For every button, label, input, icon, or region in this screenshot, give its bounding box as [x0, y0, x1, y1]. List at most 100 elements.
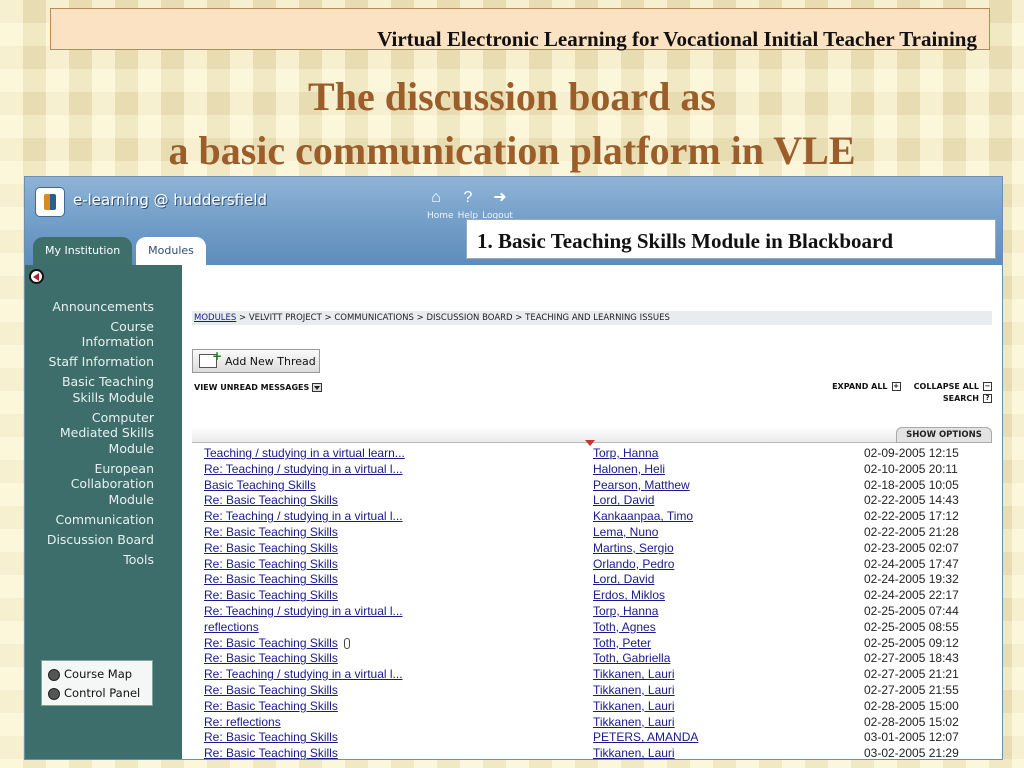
thread-row: Basic Teaching Skills Pearson, Matthew 02-…	[204, 478, 994, 494]
thread-author-link[interactable]: Halonen, Heli	[593, 462, 665, 478]
thread-author-link[interactable]: Lord, David	[593, 572, 654, 588]
slide-title-line-1: The discussion board as	[308, 74, 716, 119]
thread-date: 02-22-2005 14:43	[864, 493, 959, 508]
thread-author-link[interactable]: Lema, Nuno	[593, 525, 658, 541]
collapse-all-label[interactable]: COLLAPSE ALL	[914, 382, 979, 391]
control-panel-link[interactable]: Control Panel	[48, 684, 152, 703]
thread-subject-link[interactable]: Teaching / studying in a virtual learn..…	[204, 446, 405, 462]
help-icon[interactable]: ?	[459, 189, 477, 207]
thread-subject-link[interactable]: Re: Basic Teaching Skills	[204, 746, 338, 759]
thread-author-link[interactable]: Kankaanpaa, Timo	[593, 509, 693, 525]
control-panel-icon	[48, 687, 60, 700]
thread-subject-link[interactable]: Re: Basic Teaching Skills	[204, 588, 338, 604]
thread-date: 02-27-2005 18:43	[864, 651, 959, 666]
thread-author-link[interactable]: Pearson, Matthew	[593, 478, 690, 494]
add-new-thread-button[interactable]: Add New Thread	[192, 349, 320, 373]
thread-date: 02-22-2005 17:12	[864, 509, 959, 524]
sidebar-item-announcements[interactable]: Announcements	[36, 299, 154, 315]
thread-subject-link[interactable]: Re: Basic Teaching Skills	[204, 557, 338, 573]
sidebar-item-course-information[interactable]: Course Information	[36, 319, 154, 350]
thread-row: Re: Teaching / studying in a virtual l..…	[204, 604, 994, 620]
thread-author-link[interactable]: Tikkanen, Lauri	[593, 683, 675, 699]
thread-author-link[interactable]: Torp, Hanna	[593, 604, 658, 620]
home-icon[interactable]: ⌂	[427, 189, 445, 207]
slide-title: The discussion board as a basic communic…	[0, 70, 1024, 178]
course-map-link[interactable]: Course Map	[48, 665, 152, 684]
expand-icon[interactable]: +	[891, 382, 901, 391]
thread-subject-link[interactable]: Re: reflections	[204, 715, 281, 731]
thread-subject-link[interactable]: Re: Basic Teaching Skills	[204, 493, 338, 509]
sidebar-item-communication[interactable]: Communication	[36, 512, 154, 528]
tab-bar: My Institution Modules	[33, 237, 206, 265]
thread-subject-link[interactable]: Re: Basic Teaching Skills	[204, 525, 338, 541]
top-icons: ⌂ ? ➜	[427, 189, 509, 207]
breadcrumb-modules-link[interactable]: MODULES	[194, 313, 236, 323]
dropdown-arrow-icon[interactable]	[312, 383, 323, 392]
sidebar-item-discussion-board[interactable]: Discussion Board	[36, 532, 154, 548]
view-unread-dropdown[interactable]: VIEW UNREAD MESSAGES	[194, 383, 323, 392]
thread-subject-link[interactable]: Re: Teaching / studying in a virtual l..…	[204, 462, 403, 478]
add-thread-icon	[199, 349, 222, 368]
thread-author-link[interactable]: Torp, Hanna	[593, 446, 658, 462]
search-help-icon[interactable]: ?	[983, 394, 992, 403]
thread-row: Re: Basic Teaching Skills Lord, David 02-2…	[204, 572, 994, 588]
slide-title-line-2: a basic communication platform in VLE	[168, 128, 856, 173]
thread-row: Re: Basic Teaching Skills Toth, Gabriella…	[204, 651, 994, 667]
sidebar-menu: Announcements Course Information Staff I…	[36, 299, 154, 572]
callout-label: 1. Basic Teaching Skills Module in Black…	[466, 219, 996, 259]
thread-date: 02-25-2005 09:12	[864, 635, 959, 650]
thread-subject-link[interactable]: Re: Basic Teaching Skills	[204, 730, 338, 746]
tab-modules[interactable]: Modules	[136, 237, 206, 265]
thread-date: 03-02-2005 21:29	[864, 746, 959, 760]
nav-home[interactable]: Home	[427, 211, 454, 221]
thread-date: 02-28-2005 15:00	[864, 698, 959, 713]
thread-row: Re: Teaching / studying in a virtual l..…	[204, 509, 994, 525]
thread-subject-link[interactable]: Basic Teaching Skills	[204, 478, 316, 494]
thread-subject-link[interactable]: Re: Teaching / studying in a virtual l..…	[204, 509, 403, 525]
show-options-button[interactable]: SHOW OPTIONS	[896, 427, 992, 443]
thread-subject-link[interactable]: reflections	[204, 620, 259, 636]
sidebar-item-computer-mediated-skills[interactable]: Computer Mediated Skills Module	[36, 410, 154, 457]
search-label[interactable]: SEARCH	[943, 394, 979, 403]
thread-author-link[interactable]: Toth, Gabriella	[593, 651, 670, 667]
sidebar-item-european-collaboration[interactable]: European Collaboration Module	[36, 461, 154, 508]
control-panel-label: Control Panel	[64, 686, 141, 700]
thread-date: 02-10-2005 20:11	[864, 461, 958, 476]
thread-subject-link[interactable]: Re: Basic Teaching Skills	[204, 636, 338, 652]
thread-author-link[interactable]: Toth, Agnes	[593, 620, 656, 636]
back-arrow-icon[interactable]	[29, 269, 44, 284]
logout-icon[interactable]: ➜	[491, 189, 509, 207]
thread-author-link[interactable]: Erdos, Miklos	[593, 588, 665, 604]
tab-my-institution[interactable]: My Institution	[33, 237, 133, 265]
blackboard-screenshot: e-learning @ huddersfield ⌂ ? ➜ Home Hel…	[24, 176, 1003, 760]
sidebar-item-staff-information[interactable]: Staff Information	[36, 354, 154, 370]
thread-subject-link[interactable]: Re: Basic Teaching Skills	[204, 651, 338, 667]
thread-author-link[interactable]: PETERS, AMANDA	[593, 730, 698, 746]
thread-author-link[interactable]: Lord, David	[593, 493, 654, 509]
thread-author-link[interactable]: Orlando, Pedro	[593, 557, 674, 573]
thread-author-link[interactable]: Tikkanen, Lauri	[593, 746, 675, 759]
thread-row: Re: Basic Teaching Skills Tikkanen, Lauri…	[204, 746, 994, 760]
logo-icon	[35, 187, 65, 217]
thread-author-link[interactable]: Tikkanen, Lauri	[593, 667, 675, 683]
thread-subject-link[interactable]: Re: Basic Teaching Skills	[204, 572, 338, 588]
thread-subject-link[interactable]: Re: Basic Teaching Skills	[204, 541, 338, 557]
thread-subject-link[interactable]: Re: Teaching / studying in a virtual l..…	[204, 667, 403, 683]
thread-row: Re: Basic Teaching Skills Lord, David 02-2…	[204, 493, 994, 509]
thread-date: 02-09-2005 12:15	[864, 446, 959, 460]
thread-author-link[interactable]: Toth, Peter	[593, 636, 651, 652]
sidebar-item-tools[interactable]: Tools	[36, 552, 154, 568]
collapse-icon[interactable]: −	[983, 382, 992, 391]
thread-author-link[interactable]: Tikkanen, Lauri	[593, 715, 675, 731]
thread-subject-link[interactable]: Re: Basic Teaching Skills	[204, 683, 338, 699]
thread-subject-link[interactable]: Re: Basic Teaching Skills	[204, 699, 338, 715]
sidebar-item-basic-teaching-skills[interactable]: Basic Teaching Skills Module	[36, 374, 154, 405]
thread-subject-link[interactable]: Re: Teaching / studying in a virtual l..…	[204, 604, 403, 620]
thread-author-link[interactable]: Tikkanen, Lauri	[593, 699, 675, 715]
expand-all-label[interactable]: EXPAND ALL	[832, 382, 887, 391]
thread-list: Teaching / studying in a virtual learn..…	[204, 446, 994, 760]
thread-row: Re: Basic Teaching Skills Tikkanen, Lauri…	[204, 699, 994, 715]
thread-author-link[interactable]: Martins, Sergio	[593, 541, 674, 557]
thread-date: 02-24-2005 17:47	[864, 556, 959, 571]
thread-date: 02-24-2005 22:17	[864, 588, 959, 603]
